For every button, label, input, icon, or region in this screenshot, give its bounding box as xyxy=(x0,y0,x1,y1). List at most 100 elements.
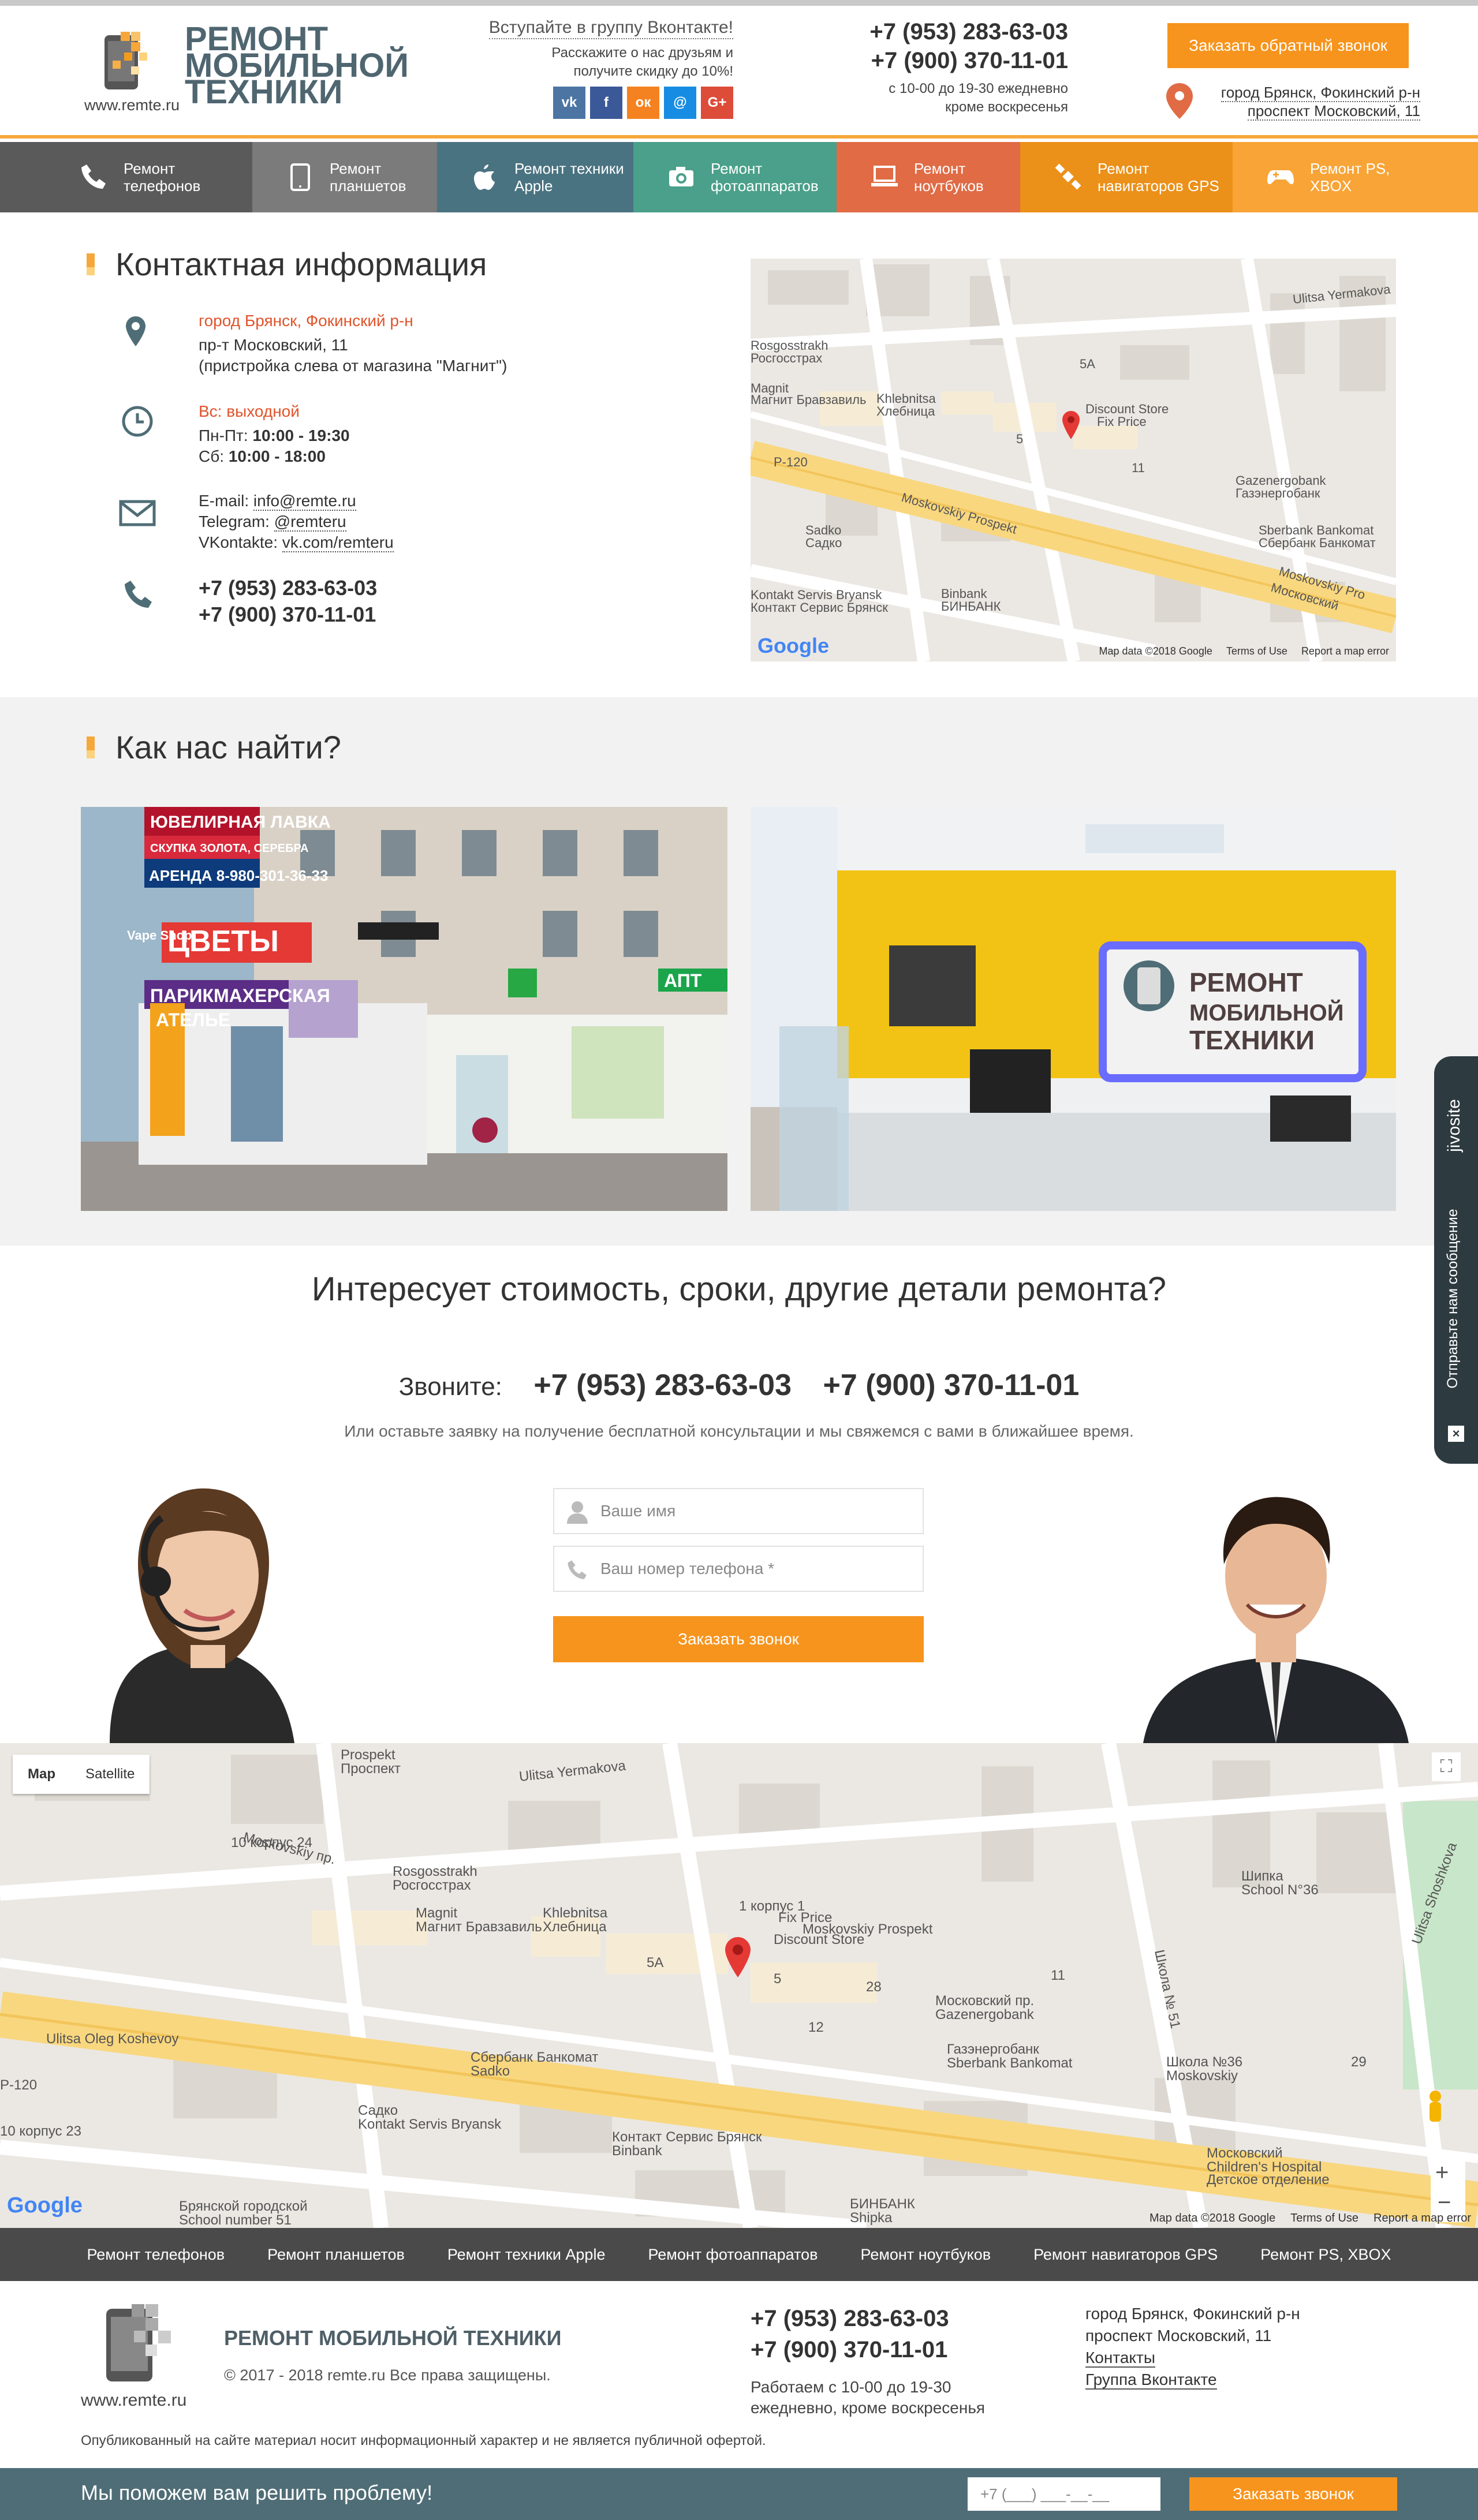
footer-contacts-link[interactable]: Контакты xyxy=(1085,2349,1155,2368)
vk-join-link[interactable]: Вступайте в группу Вконтакте! xyxy=(488,17,733,39)
footer-nav-item[interactable]: Ремонт PS, XBOX xyxy=(1260,2246,1391,2264)
map-label: БИНБАНК xyxy=(941,599,1001,614)
header-address-line1: город Брянск, Фокинский р-н xyxy=(1221,84,1420,102)
map2-terms-link[interactable]: Terms of Use xyxy=(1290,2212,1358,2225)
order-call-button[interactable]: Заказать звонок xyxy=(553,1616,924,1662)
nav-item-label: Ремонт PS, XBOX xyxy=(1310,160,1390,195)
footer-phone-2[interactable]: +7 (900) 370-11-01 xyxy=(751,2334,949,2365)
title-marker xyxy=(87,253,95,275)
contact-phone-2[interactable]: +7 (900) 370-11-01 xyxy=(199,601,377,628)
callback-button[interactable]: Заказать обратный звонок xyxy=(1167,23,1409,68)
map-label: Детское отделение xyxy=(1207,2172,1330,2188)
operator-woman-image xyxy=(110,1488,294,1743)
footer-nav-item[interactable]: Ремонт навигаторов GPS xyxy=(1033,2246,1218,2264)
map-label: Хлебница xyxy=(876,404,935,418)
footer-nav-item[interactable]: Ремонт фотоаппаратов xyxy=(648,2246,818,2264)
nav-item-1[interactable]: Ремонт планшетов xyxy=(252,142,437,212)
nav-item-0[interactable]: Ремонт телефонов xyxy=(0,142,252,212)
footer-disclaimer: Опубликованный на сайте материал носит и… xyxy=(81,2433,766,2448)
footer-phone-1[interactable]: +7 (953) 283-63-03 xyxy=(751,2303,949,2334)
map-label: Брянской городской xyxy=(179,2199,308,2214)
telegram-link[interactable]: @remteru xyxy=(274,513,346,532)
contacts-title: Контактная информация xyxy=(87,245,487,283)
header-phone-2[interactable]: +7 (900) 370-11-01 xyxy=(820,46,1068,75)
nav-item-5[interactable]: Ремонт навигаторов GPS xyxy=(1020,142,1233,212)
nav-item-6[interactable]: Ремонт PS, XBOX xyxy=(1233,142,1478,212)
odnoklassniki-icon[interactable]: ок xyxy=(627,87,659,119)
footer-nav: Ремонт телефонов Ремонт планшетов Ремонт т… xyxy=(0,2228,1478,2281)
map-large[interactable]: Prospekt Проспект Ulitsa Yermakova Rosgosst… xyxy=(0,1743,1478,2228)
map-label: Шипка xyxy=(1241,1868,1283,1884)
footer-address-1: город Брянск, Фокинский р-н xyxy=(1085,2305,1300,2323)
photo-sign-text: ПАРИКМАХЕРСКАЯ xyxy=(150,985,330,1006)
map-label: Kontakt Servis Bryansk xyxy=(358,2117,502,2132)
tablet-icon xyxy=(290,163,310,191)
contact-sunday: Вс: выходной xyxy=(199,402,300,420)
email-label: E-mail: xyxy=(199,492,249,510)
contact-address-note: (пристройка слева от магазина "Магнит") xyxy=(199,357,507,375)
consult-phone-1[interactable]: +7 (953) 283-63-03 xyxy=(533,1369,792,1402)
nav-item-label: Ремонт планшетов xyxy=(330,160,406,195)
site-logo[interactable]: www.remte.ru РЕМОНТ МОБИЛЬНОЙ ТЕХНИКИ xyxy=(81,23,409,118)
map-type-satellite[interactable]: Satellite xyxy=(70,1755,150,1794)
bottom-phone-input[interactable]: +7 (___) ___-__-__ xyxy=(968,2477,1160,2511)
footer-vk-link[interactable]: Группа Вконтакте xyxy=(1085,2371,1217,2390)
jivosite-chat-tab[interactable]: jivosite Отправьте нам сообщение × xyxy=(1434,1056,1478,1464)
photo-sign-text: СКУПКА ЗОЛОТА, СЕРЕБРА xyxy=(150,842,308,855)
contact-address-city: город Брянск, Фокинский р-н xyxy=(199,312,413,330)
map-label: Газэнергобанк xyxy=(1236,486,1320,500)
consult-call-label: Звоните: xyxy=(398,1373,502,1401)
header-phones: +7 (953) 283-63-03 +7 (900) 370-11-01 с … xyxy=(820,17,1068,117)
email-link[interactable]: info@remte.ru xyxy=(253,492,356,511)
header-phone-1[interactable]: +7 (953) 283-63-03 xyxy=(820,17,1068,46)
name-input[interactable]: Ваше имя xyxy=(553,1488,924,1534)
phone-input-icon xyxy=(568,1560,587,1579)
nav-item-2[interactable]: Ремонт техники Apple xyxy=(437,142,633,212)
google-logo-2: Google xyxy=(7,2193,83,2218)
map-label: School number 51 xyxy=(179,2212,292,2228)
map-label: 10 корпус 23 xyxy=(0,2123,81,2139)
consult-title: Интересует стоимость, сроки, другие дета… xyxy=(311,1270,1167,1308)
vk-link[interactable]: vk.com/remteru xyxy=(282,533,394,552)
gamepad-icon xyxy=(1267,170,1294,185)
shop-interior-photo: РЕМОНТ МОБИЛЬНОЙ ТЕХНИКИ xyxy=(751,807,1396,1211)
footer-nav-item[interactable]: Ремонт телефонов xyxy=(87,2246,225,2264)
photo-sign-text: МОБИЛЬНОЙ xyxy=(1189,999,1344,1026)
nav-item-4[interactable]: Ремонт ноутбуков xyxy=(837,142,1020,212)
footer-nav-item[interactable]: Ремонт техники Apple xyxy=(447,2246,606,2264)
map-label: Проспект xyxy=(341,1761,401,1777)
weekday-label: Пн-Пт: xyxy=(199,427,248,444)
map-label: 46 xyxy=(0,1743,16,1747)
jivosite-brand: jivosite xyxy=(1445,1099,1464,1152)
photo-sign-text: Vape Shop xyxy=(127,928,192,943)
apple-icon xyxy=(474,164,495,190)
jivosite-close-icon[interactable]: × xyxy=(1448,1426,1464,1442)
fullscreen-icon[interactable]: ⛶ xyxy=(1432,1752,1461,1781)
map-label: 28 xyxy=(866,1979,882,1995)
google-plus-icon[interactable]: G+ xyxy=(701,87,733,119)
map-report-link[interactable]: Report a map error xyxy=(1301,645,1389,657)
mail-icon[interactable]: @ xyxy=(664,87,696,119)
map-label: Moskovskiy xyxy=(1166,2068,1238,2084)
consult-phone-2[interactable]: +7 (900) 370-11-01 xyxy=(823,1369,1079,1402)
nav-item-3[interactable]: Ремонт фотоаппаратов xyxy=(633,142,837,212)
footer-nav-item[interactable]: Ремонт ноутбуков xyxy=(861,2246,991,2264)
map-small[interactable]: Ulitsa Yermakova Rosgosstrakh Росгосстрах M… xyxy=(751,259,1396,661)
facebook-icon[interactable]: f xyxy=(590,87,622,119)
map-label: Prospekt xyxy=(341,1747,395,1763)
footer-hours: Работаем с 10-00 до 19-30 ежедневно, кро… xyxy=(751,2378,986,2417)
satellite-icon xyxy=(1055,163,1081,190)
footer-brand: РЕМОНТ МОБИЛЬНОЙ ТЕХНИКИ xyxy=(224,2326,562,2350)
map-terms-link[interactable]: Terms of Use xyxy=(1226,645,1287,657)
map-label: Садко xyxy=(805,536,842,550)
photo-sign-text: ЮВЕЛИРНАЯ ЛАВКА xyxy=(150,813,331,832)
footer-nav-item[interactable]: Ремонт планшетов xyxy=(267,2246,405,2264)
zoom-in-button[interactable]: + xyxy=(1435,2160,1449,2186)
map2-report-link[interactable]: Report a map error xyxy=(1374,2212,1471,2225)
phone-input[interactable]: Ваш номер телефона * xyxy=(553,1546,924,1592)
contact-phone-1[interactable]: +7 (953) 283-63-03 xyxy=(199,575,377,601)
map-type-map[interactable]: Map xyxy=(13,1755,70,1794)
bottom-order-button[interactable]: Заказать звонок xyxy=(1189,2477,1397,2511)
find-title-text: Как нас найти? xyxy=(115,729,341,765)
vk-icon[interactable]: vk xyxy=(553,87,585,119)
